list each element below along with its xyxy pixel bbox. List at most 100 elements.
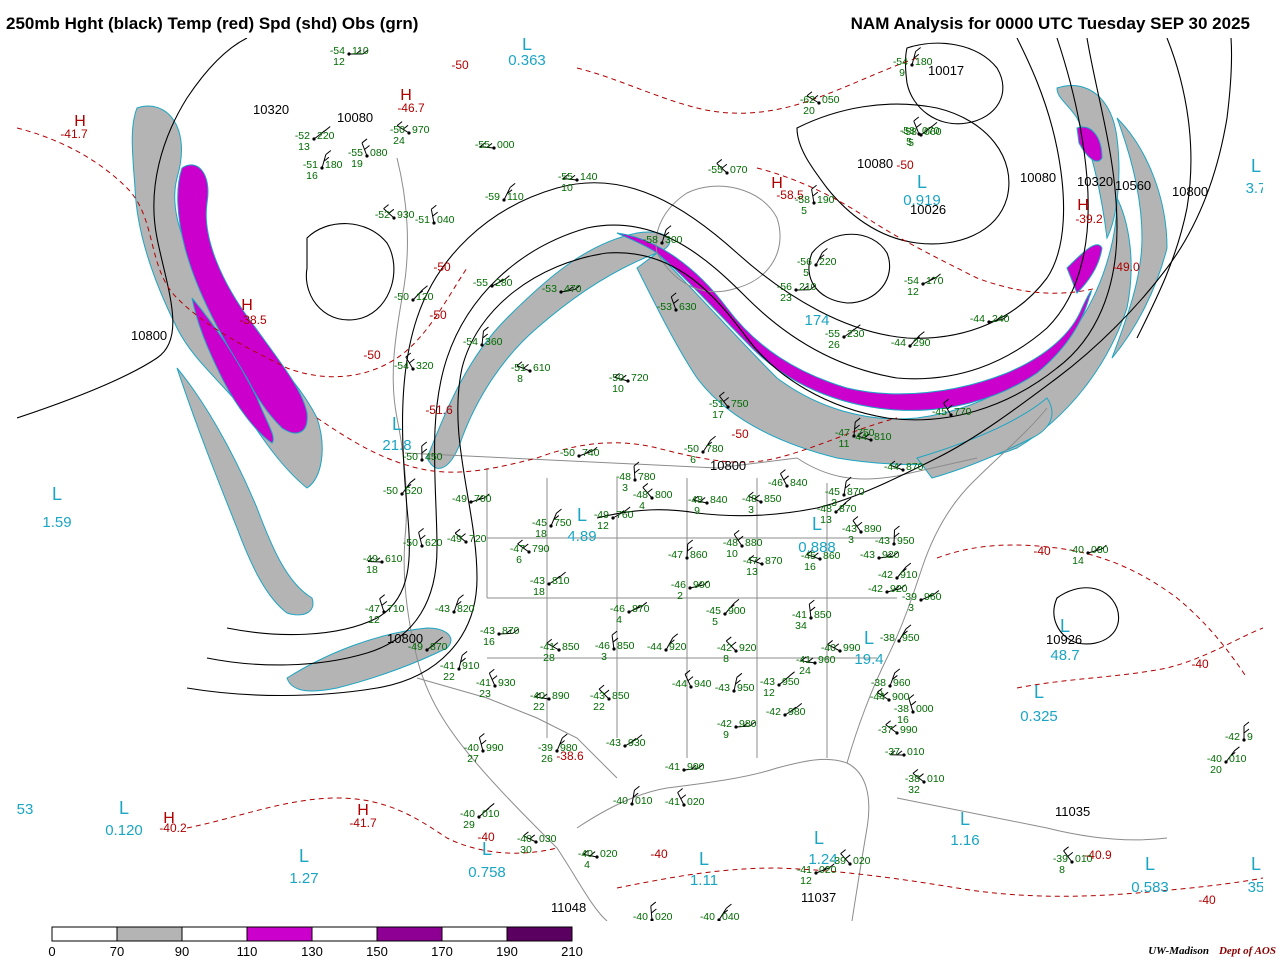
obs-height: 950	[902, 632, 920, 644]
obs-height: 850	[814, 609, 832, 621]
high-value: -38.5	[239, 313, 267, 327]
obs-height: 020	[655, 911, 673, 921]
obs-height: 920	[882, 549, 900, 561]
obs-height: 020	[853, 855, 871, 867]
low-value: 0.919	[903, 192, 941, 209]
station-dot	[852, 434, 856, 438]
obs-height: 020	[687, 796, 705, 808]
station-dot	[481, 749, 485, 753]
obs-dewpoint-depression: 17	[712, 409, 724, 421]
obs-height: 180	[915, 56, 933, 68]
obs-temperature: -55	[708, 164, 723, 176]
obs-height: 110	[507, 191, 524, 203]
station-dot	[607, 697, 611, 701]
station-dot	[814, 263, 818, 267]
station-dot	[312, 137, 316, 141]
station-dot	[528, 369, 532, 373]
obs-dewpoint-depression: 10	[726, 548, 738, 560]
low-value: 174	[804, 312, 829, 329]
obs-dewpoint-depression: 13	[820, 514, 832, 526]
station-dot	[885, 590, 889, 594]
obs-temperature: -53	[542, 283, 557, 295]
obs-dewpoint-depression: 22	[443, 671, 455, 683]
legend-tick-label: 190	[496, 944, 518, 959]
station-dot	[547, 582, 551, 586]
low-value: 53	[17, 801, 33, 818]
obs-temperature: -55	[473, 277, 488, 289]
obs-dewpoint-depression: 27	[467, 753, 479, 765]
legend-tick-label: 0	[48, 944, 55, 959]
low-value: 0.120	[105, 822, 143, 839]
obs-dewpoint-depression: 3	[622, 482, 628, 494]
obs-height: 010	[635, 795, 653, 807]
obs-dewpoint-depression: 23	[780, 292, 792, 304]
legend-tick-label: 90	[175, 944, 189, 959]
obs-height: 9	[1247, 731, 1253, 743]
obs-dewpoint-depression: 16	[483, 636, 495, 648]
station-dot	[595, 855, 599, 859]
obs-dewpoint-depression: 18	[366, 564, 378, 576]
obs-temperature: -45	[932, 406, 947, 418]
obs-temperature: -44	[870, 691, 885, 703]
obs-height: 010	[1229, 753, 1247, 765]
obs-height: 950	[782, 676, 800, 688]
low-letter: L	[1251, 156, 1261, 176]
obs-dewpoint-depression: 4	[639, 500, 645, 512]
obs-height: 990	[486, 742, 504, 754]
obs-height: 750	[554, 517, 572, 529]
obs-temperature: -52	[375, 209, 390, 221]
obs-height: 280	[495, 277, 513, 289]
legend-swatch	[181, 926, 248, 942]
station-dot	[809, 616, 813, 620]
obs-height: 930	[628, 737, 646, 749]
station-dot	[813, 661, 817, 665]
obs-height: 950	[737, 682, 755, 694]
obs-height: 910	[462, 660, 480, 672]
station-dot	[452, 610, 456, 614]
station-dot	[818, 557, 822, 561]
obs-height: 930	[397, 209, 415, 221]
obs-height: 030	[539, 833, 557, 845]
station-dot	[688, 586, 692, 590]
temp-label: -40	[1033, 544, 1051, 558]
low-letter: L	[1060, 616, 1070, 636]
low-value: 4.89	[567, 528, 596, 545]
station-dot	[842, 493, 846, 497]
obs-height: 850	[617, 640, 635, 652]
obs-temperature: -50	[383, 485, 398, 497]
station-dot	[400, 492, 404, 496]
obs-height: 870	[906, 461, 924, 473]
station-dot	[611, 516, 615, 520]
credit: UW-Madison Dept of AOS	[1148, 945, 1276, 957]
station-dot	[922, 780, 926, 784]
obs-temperature: -41	[665, 761, 680, 773]
station-dot	[987, 320, 991, 324]
height-label: 10800	[1172, 184, 1208, 199]
obs-height: 740	[582, 447, 600, 459]
station-dot	[919, 598, 923, 602]
obs-dewpoint-depression: 16	[804, 561, 816, 573]
temp-label: -50	[731, 427, 749, 441]
obs-dewpoint-depression: 8	[723, 653, 729, 665]
temp-label: -40	[1198, 893, 1216, 907]
station-dot	[493, 684, 497, 688]
obs-temperature: -46	[768, 477, 783, 489]
obs-height: 720	[631, 372, 649, 384]
obs-temperature: -44	[647, 641, 662, 653]
obs-height: 860	[690, 549, 708, 561]
station-dot	[725, 171, 729, 175]
obs-height: 820	[457, 603, 475, 615]
obs-height: 760	[616, 509, 634, 521]
obs-dewpoint-depression: 5	[712, 616, 718, 628]
low-letter: L	[577, 505, 587, 525]
high-letter: H	[241, 297, 253, 314]
obs-dewpoint-depression: 22	[533, 701, 545, 713]
station-dot	[877, 556, 881, 560]
station-dot	[492, 146, 496, 150]
obs-height: 770	[954, 406, 972, 418]
obs-height: 850	[562, 641, 580, 653]
obs-height: 210	[799, 281, 817, 293]
obs-height: 230	[847, 328, 865, 340]
obs-temperature: -59	[485, 191, 500, 203]
station-dot	[1086, 551, 1090, 555]
